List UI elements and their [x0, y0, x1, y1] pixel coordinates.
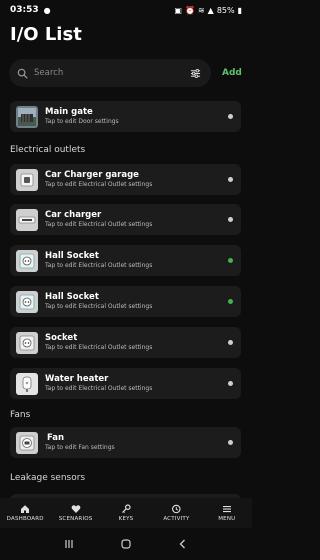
item-subtitle: Tap to edit Electrical Outlet settings [45, 181, 153, 188]
nav-scenarios[interactable]: SCENARIOS [50, 498, 100, 528]
page-title: I/O List [10, 24, 82, 45]
add-button[interactable]: Add [222, 68, 242, 78]
socket-icon [16, 249, 38, 272]
status-indicator [228, 217, 233, 222]
nav-label: SCENARIOS [58, 516, 93, 522]
key-icon [122, 504, 131, 513]
nav-dashboard[interactable]: DASHBOARD [0, 498, 50, 528]
nav-activity[interactable]: ACTIVITY [151, 498, 201, 528]
list-item-car-charger-garage[interactable]: Car Charger garage Tap to edit Electrica… [10, 164, 241, 195]
list-item-car-charger[interactable]: Car charger Tap to edit Electrical Outle… [10, 204, 241, 235]
status-indicator [228, 440, 233, 445]
menu-icon [222, 506, 231, 513]
item-name: Car charger [45, 210, 102, 220]
status-bar: 03:53 ● ▣ ⏰ ≋ ▲ 85% ▮ [0, 0, 252, 20]
item-subtitle: Tap to edit Fan settings [45, 444, 115, 451]
item-name: Socket [45, 333, 78, 343]
nav-label: ACTIVITY [163, 516, 190, 522]
item-name: Main gate [45, 107, 93, 117]
water-heater-icon [16, 372, 38, 395]
list-item-fan[interactable]: Fan Tap to edit Fan settings [10, 427, 241, 458]
list-item-hall-socket[interactable]: Hall Socket Tap to edit Electrical Outle… [10, 286, 241, 317]
status-time: 03:53 [10, 5, 39, 15]
signal-icon: ▲ [207, 5, 214, 15]
status-indicator [228, 114, 233, 119]
section-title-fans: Fans [10, 410, 31, 420]
filter-icon[interactable] [190, 68, 201, 79]
list-item-main-gate[interactable]: Main gate Tap to edit Door settings [10, 101, 241, 132]
item-subtitle: Tap to edit Electrical Outlet settings [45, 221, 153, 228]
back-icon[interactable] [177, 538, 189, 550]
item-subtitle: Tap to edit Electrical Outlet settings [45, 262, 153, 269]
recent-apps-icon[interactable] [63, 538, 75, 550]
battery-level: 85% [216, 5, 235, 15]
section-title-leakage: Leakage sensors [10, 473, 86, 483]
socket-icon [16, 331, 38, 354]
photo-icon: ▣ [174, 5, 182, 15]
item-name: Fan [47, 433, 65, 443]
heart-icon [71, 505, 80, 513]
item-subtitle: Tap to edit Electrical Outlet settings [45, 385, 153, 392]
status-indicator [228, 258, 233, 263]
search-icon [17, 68, 28, 78]
history-icon [172, 504, 181, 514]
status-indicator [228, 299, 233, 304]
fan-icon [16, 431, 38, 454]
socket-icon [16, 290, 38, 313]
nav-label: DASHBOARD [6, 516, 44, 522]
gate-photo-icon [16, 105, 38, 128]
item-subtitle: Tap to edit Door settings [45, 118, 119, 125]
search-row: Add [9, 59, 242, 87]
item-subtitle: Tap to edit Electrical Outlet settings [45, 303, 153, 310]
nav-keys[interactable]: KEYS [101, 498, 151, 528]
nav-label: KEYS [118, 516, 134, 522]
status-indicator [228, 381, 233, 386]
notification-icon: ● [43, 5, 51, 15]
search-input[interactable] [34, 68, 190, 78]
item-name: Water heater [45, 374, 109, 384]
status-indicator [228, 177, 233, 182]
alarm-icon: ⏰ [184, 5, 195, 15]
outlet-icon [16, 168, 38, 191]
list-item-water-heater[interactable]: Water heater Tap to edit Electrical Outl… [10, 368, 241, 399]
nav-menu[interactable]: MENU [202, 498, 252, 528]
search-box[interactable] [9, 59, 211, 87]
list-item-hall-socket[interactable]: Hall Socket Tap to edit Electrical Outle… [10, 245, 241, 276]
list-item-socket[interactable]: Socket Tap to edit Electrical Outlet set… [10, 327, 241, 358]
item-name: Car Charger garage [45, 170, 139, 180]
item-name: Hall Socket [45, 251, 99, 261]
item-subtitle: Tap to edit Electrical Outlet settings [45, 344, 153, 351]
bottom-nav: DASHBOARD SCENARIOS KEYS ACTIVITY MENU [0, 498, 252, 528]
section-title-electrical: Electrical outlets [10, 145, 86, 155]
battery-icon: ▮ [237, 5, 242, 15]
system-nav-bar [0, 528, 252, 560]
home-button-icon[interactable] [120, 538, 132, 550]
wifi-icon: ≋ [197, 5, 205, 15]
car-charger-icon [16, 208, 38, 231]
item-name: Hall Socket [45, 292, 99, 302]
home-icon [21, 505, 30, 513]
status-indicator [228, 340, 233, 345]
nav-label: MENU [218, 516, 236, 522]
